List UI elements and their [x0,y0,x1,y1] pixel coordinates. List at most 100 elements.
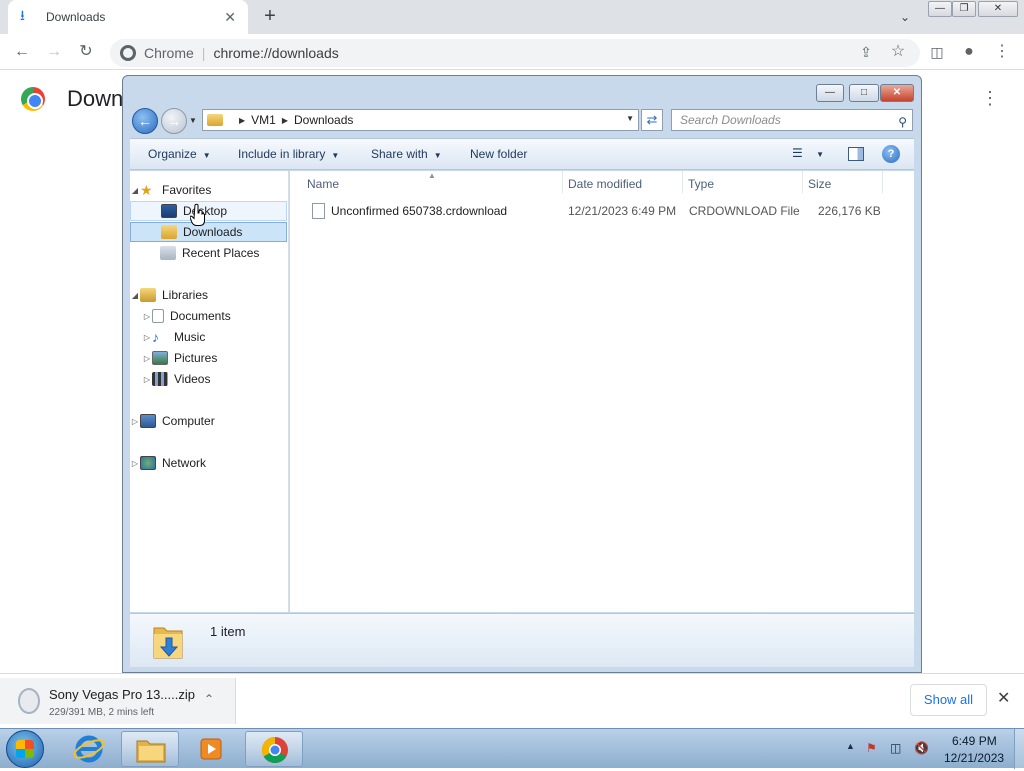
host-close-button[interactable]: ✕ [978,1,1018,17]
item-count: 1 item [210,624,246,639]
chrome-logo-icon [21,87,45,111]
tab-close-icon[interactable]: ✕ [224,9,236,26]
network-tray-icon[interactable]: ◫ [890,741,901,755]
refresh-icon[interactable]: ⇄ [641,109,663,131]
chevron-up-icon[interactable]: ⌃ [204,692,214,706]
recent-pages-chevron-icon[interactable]: ▼ [189,116,197,125]
share-with-button[interactable]: Share with ▼ [371,147,442,161]
omnibox-url: chrome://downloads [213,45,339,61]
chrome-menu-icon[interactable]: ⋮ [991,41,1013,63]
explorer-close-button[interactable]: ✕ [880,84,914,102]
column-name[interactable]: Name [307,177,339,191]
breadcrumb-arrow-icon[interactable]: ▶ [239,116,245,125]
expand-triangle-icon[interactable]: ▷ [130,417,140,426]
star-icon: ★ [140,182,153,198]
table-row[interactable]: Unconfirmed 650738.crdownload 12/21/2023… [306,201,896,221]
tab-downloads[interactable]: ⭳ Downloads ✕ [8,0,248,34]
side-panel-icon[interactable]: ◫ [926,41,948,63]
nav-favorites[interactable]: ◢ ★ Favorites [130,180,287,200]
preview-pane-icon[interactable] [848,147,864,161]
address-dropdown-icon[interactable]: ▼ [626,114,634,123]
host-minimize-button[interactable]: — [928,1,952,17]
nav-network[interactable]: ▷ Network [130,453,287,473]
details-pane: 1 item [130,613,914,667]
nav-videos[interactable]: ▷ Videos [130,369,287,389]
column-divider[interactable] [562,171,563,193]
libraries-icon [140,288,156,302]
search-input[interactable]: Search Downloads ⚲ [671,109,913,131]
download-file-name: Sony Vegas Pro 13.....zip [49,687,195,702]
tab-search-chevron-icon[interactable]: ⌄ [894,6,916,28]
file-type: CRDOWNLOAD File [689,204,800,218]
change-view-icon[interactable]: ☰ ▼ [792,146,824,160]
pictures-icon [152,351,168,365]
chrome-taskbar-button[interactable] [245,731,303,767]
explorer-back-button[interactable]: ← [132,108,158,134]
expand-triangle-icon[interactable]: ▷ [142,375,152,384]
column-divider[interactable] [682,171,683,193]
internet-explorer-icon [73,735,105,763]
new-tab-button[interactable]: + [258,4,282,28]
forward-arrow-icon[interactable]: → [43,41,65,63]
show-all-button[interactable]: Show all [910,684,987,716]
back-arrow-icon[interactable]: ← [11,41,33,63]
nav-computer[interactable]: ▷ Computer [130,411,287,431]
column-size[interactable]: Size [808,177,831,191]
column-divider[interactable] [882,171,883,193]
nav-pictures[interactable]: ▷ Pictures [130,348,287,368]
show-desktop-button[interactable] [1014,729,1024,769]
collapse-triangle-icon[interactable]: ◢ [130,186,140,195]
recent-places-icon [160,246,176,260]
nav-music[interactable]: ▷ ♪ Music [130,327,287,347]
downloads-menu-icon[interactable]: ⋮ [980,88,1000,112]
nav-recent-places[interactable]: Recent Places [130,243,287,263]
explorer-minimize-button[interactable]: — [816,84,844,102]
folder-icon [207,114,223,126]
column-date-modified[interactable]: Date modified [568,177,642,191]
internet-explorer-taskbar-button[interactable] [60,731,118,767]
search-icon[interactable]: ⚲ [898,112,907,132]
reload-icon[interactable]: ↻ [75,41,97,63]
expand-triangle-icon[interactable]: ▷ [142,312,152,321]
file-list: ▲ Name Date modified Type Size Unconfirm… [290,171,914,612]
expand-triangle-icon[interactable]: ▷ [142,333,152,342]
expand-triangle-icon[interactable]: ▷ [142,354,152,363]
nav-libraries[interactable]: ◢ Libraries [130,285,287,305]
collapse-triangle-icon[interactable]: ◢ [130,291,140,300]
organize-button[interactable]: Organize ▼ [148,147,211,161]
column-divider[interactable] [802,171,803,193]
host-restore-button[interactable]: ❐ [952,1,976,17]
expand-triangle-icon[interactable]: ▷ [130,459,140,468]
zip-file-icon [18,688,40,714]
explorer-maximize-button[interactable]: □ [849,84,879,102]
nav-desktop[interactable]: Desktop [130,201,287,221]
omnibox[interactable]: Chrome | chrome://downloads [110,39,920,67]
action-center-flag-icon[interactable]: ⚑ [866,741,877,755]
column-type[interactable]: Type [688,177,714,191]
tray-overflow-icon[interactable]: ▲ [846,741,855,751]
help-icon[interactable]: ? [882,145,900,163]
profile-avatar-icon[interactable]: ● [958,41,980,63]
folder-icon [136,740,166,763]
media-player-taskbar-button[interactable] [182,731,240,767]
chrome-icon [261,736,288,764]
bookmark-star-icon[interactable]: ☆ [887,41,909,63]
share-icon[interactable]: ⇪ [855,41,877,63]
explorer-forward-button[interactable]: → [161,108,187,134]
breadcrumb-downloads[interactable]: Downloads [294,113,353,127]
clock-time[interactable]: 6:49 PM [952,734,997,748]
explorer-taskbar-button[interactable] [121,731,179,767]
download-icon: ⭳ [20,7,25,23]
start-button[interactable] [6,730,44,768]
close-shelf-icon[interactable]: ✕ [997,688,1010,708]
nav-downloads[interactable]: Downloads [130,222,287,242]
clock-date[interactable]: 12/21/2023 [944,751,1004,765]
download-item[interactable]: Sony Vegas Pro 13.....zip 229/391 MB, 2 … [0,678,236,724]
volume-muted-icon[interactable]: 🔇 [914,741,929,755]
breadcrumb-arrow-icon[interactable]: ▶ [282,116,288,125]
breadcrumb-vm1[interactable]: VM1 [251,113,276,127]
address-bar[interactable]: ▶ VM1 ▶ Downloads ▼ [202,109,639,131]
nav-documents[interactable]: ▷ Documents [130,306,287,326]
include-in-library-button[interactable]: Include in library ▼ [238,147,339,161]
new-folder-button[interactable]: New folder [470,147,527,161]
